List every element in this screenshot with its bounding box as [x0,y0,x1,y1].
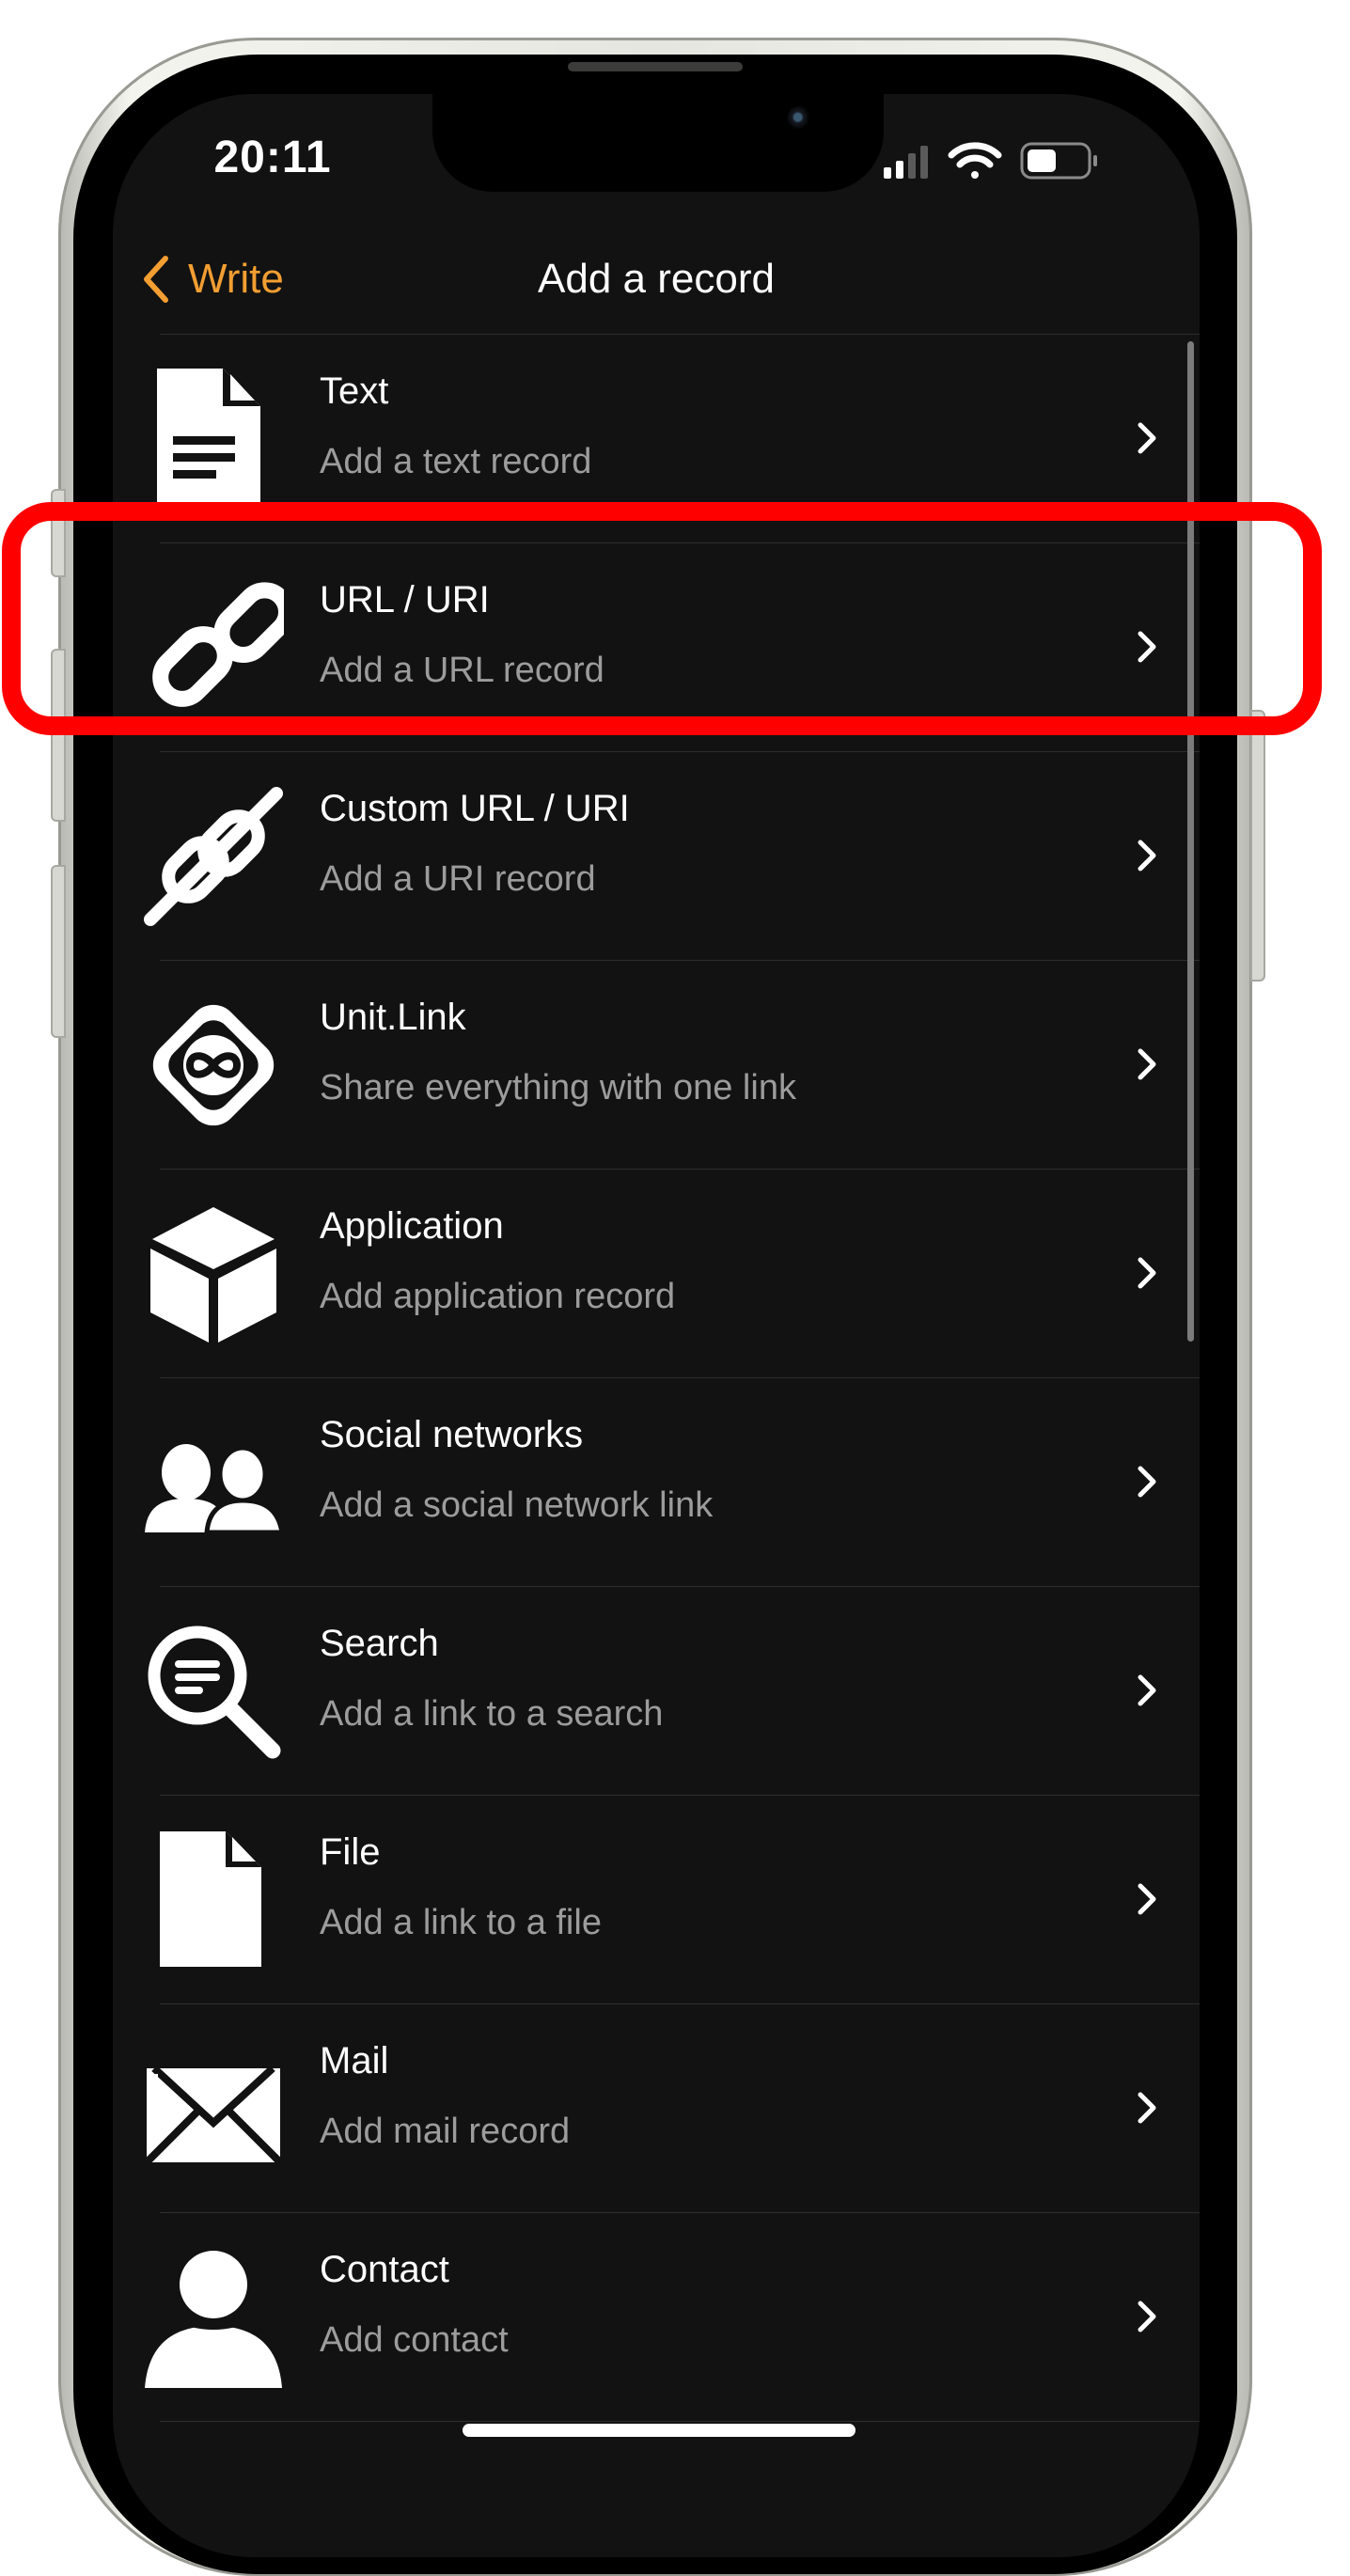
list-scrollbar[interactable] [1187,341,1194,1342]
power-button [1250,710,1265,982]
record-title: Search [320,1623,439,1664]
chevron-right-icon [1138,2092,1156,2124]
search-icon [143,1621,284,1762]
volume-down-button [51,865,66,1038]
infinity-diamond-icon [143,995,284,1136]
record-title: Contact [320,2249,449,2290]
chevron-right-icon [1138,1257,1156,1289]
app-screen: 20:11 Write Add a record Text Add a text… [113,94,1200,2557]
person-icon [143,2247,284,2388]
record-row-contact[interactable]: Contact Add contact [113,2213,1200,2422]
custom-link-icon [143,786,284,927]
record-subtitle: Add mail record [320,2112,571,2151]
record-subtitle: Add a social network link [320,1485,714,1525]
envelope-icon [143,2038,284,2179]
record-title: Unit.Link [320,997,466,1038]
page-title: Add a record [538,256,775,302]
record-row-mail[interactable]: Mail Add mail record [113,2004,1200,2213]
wifi-icon [948,142,1002,179]
chevron-right-icon [1138,840,1156,872]
record-subtitle: Add a link to a file [320,1903,602,1942]
earpiece-speaker [568,62,743,71]
chevron-right-icon [1138,2301,1156,2333]
status-time: 20:11 [213,133,332,182]
cellular-signal-icon [884,146,928,179]
record-subtitle: Add application record [320,1277,676,1316]
record-title: Custom URL / URI [320,788,630,829]
front-camera [787,106,811,131]
chevron-right-icon [1138,1048,1156,1080]
home-indicator[interactable] [463,2424,856,2437]
record-row-custom-url[interactable]: Custom URL / URI Add a URI record [113,752,1200,961]
notch [432,94,884,192]
battery-icon [1020,142,1097,180]
record-subtitle: Share everything with one link [320,1068,796,1107]
row-divider [160,2421,1200,2422]
record-title: Mail [320,2040,389,2081]
record-row-search[interactable]: Search Add a link to a search [113,1587,1200,1796]
record-title: File [320,1831,381,1873]
record-title: Application [320,1205,504,1247]
record-row-file[interactable]: File Add a link to a file [113,1796,1200,2004]
chevron-right-icon [1138,1883,1156,1915]
status-icons-svg [884,142,1097,180]
chevron-right-icon [1138,422,1156,454]
cube-icon [143,1203,284,1344]
chevron-right-icon [1138,1466,1156,1498]
chevron-right-icon [1138,1674,1156,1706]
record-subtitle: Add a text record [320,442,592,481]
record-subtitle: Add a link to a search [320,1694,664,1734]
status-icons [884,139,1138,182]
record-title: Text [320,370,389,412]
highlight-box-url-record [2,502,1322,735]
record-subtitle: Add a URI record [320,859,596,899]
users-icon [143,1412,284,1553]
record-title: Social networks [320,1414,584,1455]
record-row-unit-link[interactable]: Unit.Link Share everything with one link [113,961,1200,1170]
record-row-application[interactable]: Application Add application record [113,1170,1200,1378]
record-subtitle: Add contact [320,2320,509,2360]
file-icon [143,1830,284,1971]
record-row-social-networks[interactable]: Social networks Add a social network lin… [113,1378,1200,1587]
document-text-icon [143,369,284,510]
